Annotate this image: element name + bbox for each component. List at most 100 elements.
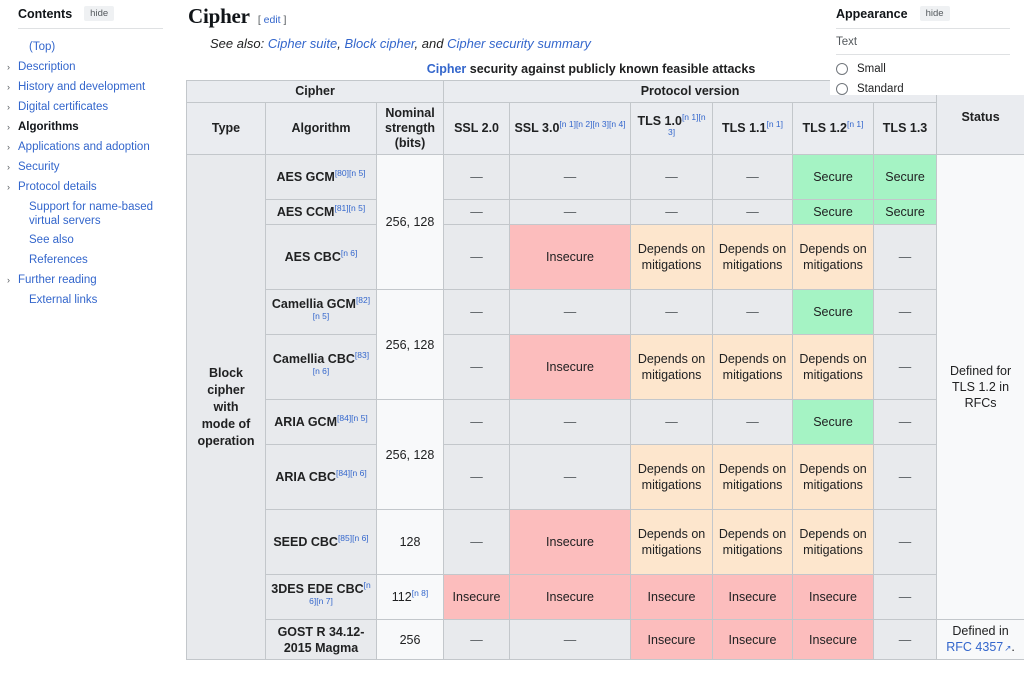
- col-header-label: TLS 1.3: [882, 121, 928, 135]
- support-value: Insecure: [809, 590, 857, 604]
- status-rfc-link[interactable]: RFC 4357: [946, 640, 1011, 654]
- chevron-right-icon[interactable]: ›: [7, 160, 18, 175]
- cell-algorithm[interactable]: Camellia GCM[82][n 5]: [265, 289, 377, 335]
- cell-algorithm[interactable]: AES GCM[80][n 5]: [265, 154, 377, 200]
- cell-algorithm[interactable]: AES CCM[81][n 5]: [265, 199, 377, 225]
- toc-item-further-reading[interactable]: › Further reading: [7, 270, 165, 290]
- toc-item-digital-certificates[interactable]: › Digital certificates: [7, 97, 165, 117]
- nominal-strength-value: 256, 128: [385, 215, 435, 229]
- algorithm-refs[interactable]: [85][n 6]: [338, 533, 369, 543]
- algorithm-refs[interactable]: [80][n 5]: [335, 168, 366, 178]
- chevron-right-icon[interactable]: ›: [7, 120, 18, 135]
- cell-protocol-support: —: [443, 509, 511, 575]
- toc-item-external-links[interactable]: ›External links: [18, 290, 165, 310]
- chevron-right-icon[interactable]: ›: [7, 100, 18, 115]
- cell-protocol-support: Insecure: [630, 619, 714, 660]
- nominal-strength-refs[interactable]: [n 8]: [412, 588, 429, 598]
- toc-item-see-also[interactable]: ›See also: [18, 230, 165, 250]
- toc-item-description[interactable]: › Description: [7, 57, 165, 77]
- support-value: —: [470, 205, 483, 219]
- support-value: —: [746, 415, 759, 429]
- see-also-link-cipher-suite[interactable]: Cipher suite: [268, 36, 337, 51]
- nominal-strength-value: 112: [391, 590, 412, 604]
- support-value: Depends on mitigations: [637, 352, 706, 382]
- toc-item-references[interactable]: ›References: [18, 250, 165, 270]
- support-value: —: [898, 632, 912, 647]
- toc-item-top[interactable]: ›(Top): [18, 37, 165, 57]
- toc-item-label: Description: [18, 60, 76, 73]
- algorithm-refs[interactable]: [n 6]: [341, 248, 358, 258]
- chevron-right-icon[interactable]: ›: [7, 140, 18, 155]
- support-value: Insecure: [546, 360, 594, 374]
- appearance-option-small[interactable]: Small: [836, 55, 1010, 76]
- support-value: Secure: [813, 305, 853, 319]
- cell-algorithm[interactable]: GOST R 34.12-2015 Magma: [265, 619, 377, 660]
- cell-protocol-support: Secure: [792, 199, 875, 225]
- table-caption-link[interactable]: Cipher: [427, 62, 467, 76]
- see-also-link-block-cipher[interactable]: Block cipher: [344, 36, 414, 51]
- col-header-label: Type: [211, 121, 241, 135]
- algorithm-name: 3DES EDE CBC: [271, 582, 364, 596]
- support-value: —: [665, 170, 678, 184]
- status-text: Defined in: [952, 624, 1009, 638]
- appearance-option-small-label: Small: [857, 63, 886, 76]
- cell-nominal-strength: 128: [375, 509, 445, 575]
- support-value: Depends on mitigations: [718, 352, 787, 382]
- table-row: ARIA CBC[84][n 6] — — Depends on mitigation…: [187, 444, 1024, 510]
- radio-icon[interactable]: [836, 63, 848, 76]
- chevron-right-icon[interactable]: ›: [7, 80, 18, 95]
- support-value: —: [898, 535, 912, 549]
- chevron-right-icon[interactable]: ›: [7, 273, 18, 288]
- toc-item-applications-and-adoption[interactable]: › Applications and adoption: [7, 137, 165, 157]
- toc-item-protocol-details[interactable]: › Protocol details: [7, 177, 165, 197]
- col-header-refs[interactable]: [n 1]: [847, 119, 864, 129]
- support-value: Insecure: [809, 632, 857, 647]
- algorithm-refs[interactable]: [84][n 6]: [336, 468, 367, 478]
- radio-icon[interactable]: [836, 83, 848, 96]
- cell-algorithm[interactable]: 3DES EDE CBC[n 6][n 7]: [265, 574, 377, 620]
- cell-algorithm[interactable]: SEED CBC[85][n 6]: [265, 509, 377, 575]
- cell-protocol-support: Secure: [792, 289, 875, 335]
- cell-protocol-support: —: [873, 224, 938, 290]
- appearance-title: Appearance: [836, 6, 908, 21]
- cell-algorithm[interactable]: AES CBC[n 6]: [265, 224, 377, 290]
- toc-hide-button[interactable]: hide: [84, 6, 115, 22]
- toc-item-security[interactable]: › Security: [7, 157, 165, 177]
- support-value: —: [470, 632, 483, 647]
- toc-item-history-and-development[interactable]: › History and development: [7, 77, 165, 97]
- cell-algorithm[interactable]: ARIA GCM[84][n 5]: [265, 399, 377, 445]
- cipher-type-line: mode of: [201, 416, 251, 431]
- cell-protocol-support: —: [509, 444, 632, 510]
- support-value: —: [470, 470, 483, 484]
- cell-protocol-support: Depends on mitigations: [792, 444, 875, 510]
- appearance-header: Appearance hide: [836, 6, 1010, 30]
- cell-algorithm[interactable]: Camellia CBC[83][n 6]: [265, 334, 377, 400]
- col-header-tls-1-1: TLS 1.1[n 1]: [712, 102, 794, 155]
- support-value: Depends on mitigations: [637, 242, 706, 272]
- support-value: —: [563, 205, 577, 219]
- see-also-and: and: [418, 36, 448, 51]
- toc-item-label: Security: [18, 160, 60, 173]
- toc-item-algorithms[interactable]: › Algorithms: [7, 117, 165, 137]
- chevron-right-icon[interactable]: ›: [7, 180, 18, 195]
- appearance-option-standard[interactable]: Standard: [836, 75, 1010, 96]
- col-header-tls-1-2: TLS 1.2[n 1]: [792, 102, 875, 155]
- support-value: —: [470, 305, 483, 319]
- see-also-link-cipher-security-summary[interactable]: Cipher security summary: [447, 36, 591, 51]
- support-value: Insecure: [452, 590, 501, 604]
- col-header-refs[interactable]: [n 1]: [766, 119, 783, 129]
- table-body: Block cipher with mode of operation AES GCM[8…: [186, 154, 1024, 660]
- support-value: Insecure: [647, 590, 696, 604]
- algorithm-refs[interactable]: [81][n 5]: [334, 203, 365, 213]
- edit-section-link[interactable]: [ edit ]: [258, 14, 287, 26]
- appearance-hide-button[interactable]: hide: [919, 6, 950, 22]
- chevron-right-icon[interactable]: ›: [7, 60, 18, 75]
- cell-cipher-type[interactable]: Block cipher with mode of operation: [186, 154, 266, 660]
- support-value: —: [746, 305, 759, 319]
- algorithm-refs[interactable]: [84][n 5]: [337, 413, 368, 423]
- col-header-refs[interactable]: [n 1][n 2][n 3][n 4]: [559, 119, 625, 129]
- cell-algorithm[interactable]: ARIA CBC[84][n 6]: [265, 444, 377, 510]
- support-value: —: [898, 250, 912, 264]
- cell-protocol-support: —: [630, 199, 714, 225]
- toc-item-support-for-name-based-virtual-servers[interactable]: ›Support for name-based virtual servers: [18, 197, 165, 230]
